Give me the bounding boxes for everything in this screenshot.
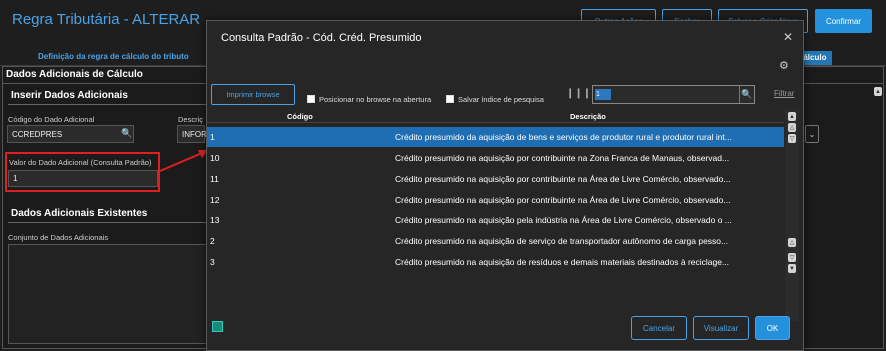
valor-input[interactable]: 1 [8,170,158,187]
column-header-codigo[interactable]: Código [287,112,313,121]
annotation-arrow [159,150,208,172]
row-description: Crédito presumido na aquisição pela indú… [395,215,732,225]
table-row[interactable]: 11 Crédito presumido na aquisição por co… [207,169,784,189]
valor-label: Valor do Dado Adicional (Consulta Padrão… [9,158,152,167]
table-row[interactable]: 13 Crédito presumido na aquisição pela i… [207,210,784,230]
tab-rule-definition[interactable]: Definição da regra de cálculo do tributo [38,52,189,61]
scroll-page-up-icon[interactable]: △ [788,238,796,247]
search-icon[interactable]: 🔍 [121,128,132,139]
row-code: 10 [210,153,220,163]
row-code: 12 [210,195,220,205]
view-button[interactable]: Visualizar [693,316,749,340]
descricao-value: INFOR [182,129,207,139]
codigo-input[interactable]: CCREDPRES 🔍 [7,125,134,143]
ok-button[interactable]: OK [755,316,790,340]
close-icon[interactable]: ✕ [783,30,793,44]
filter-link[interactable]: Filtrar [774,89,794,98]
row-description: Crédito presumido na aquisição de resídu… [395,257,730,267]
save-index-checkbox-label: Salvar índice de pesquisa [458,95,544,104]
table-row[interactable]: 10 Crédito presumido na aquisição por co… [207,148,784,168]
descricao-input: INFOR [177,125,207,143]
row-description: Crédito presumido na aquisição de serviç… [395,236,729,246]
codigo-label: Código do Dado Adicional [8,115,95,124]
position-checkbox[interactable] [307,95,315,103]
search-input[interactable] [592,85,755,104]
conjunto-label: Conjunto de Dados Adicionais [8,233,109,242]
table-row[interactable]: 2 Crédito presumido na aquisição de serv… [207,231,784,251]
search-icon[interactable]: 🔍 [739,86,754,103]
print-browse-button[interactable]: Imprimir browse [211,84,295,105]
save-index-checkbox[interactable] [446,95,454,103]
page-title: Regra Tributária - ALTERAR [12,11,201,28]
scroll-bottom-icon[interactable]: ▼ [788,264,796,273]
row-code: 2 [210,236,215,246]
cancel-button[interactable]: Cancelar [631,316,687,340]
chevron-down-icon[interactable]: ⌄ [805,125,819,143]
scroll-up-icon[interactable]: △ [788,123,796,132]
divider [8,104,206,105]
valor-value: 1 [13,174,18,183]
position-checkbox-label: Posicionar no browse na abertura [319,95,432,104]
row-description: Crédito presumido na aquisição por contr… [395,153,730,163]
divider [8,222,206,223]
gear-icon[interactable]: ⚙ [779,59,789,72]
table-row[interactable]: 12 Crédito presumido na aquisição por co… [207,190,784,210]
codigo-value: CCREDPRES [12,129,63,139]
descricao-label: Descriç [178,115,204,124]
section-existing-title: Dados Adicionais Existentes [11,208,148,219]
row-code: 11 [210,174,219,184]
search-value: 1 [595,89,611,100]
column-header-descricao[interactable]: Descrição [570,112,606,121]
panel-title: Dados Adicionais de Cálculo [6,69,143,80]
row-description: Crédito presumido na aquisição por contr… [395,174,731,184]
row-description: Crédito presumido na aquisição por contr… [395,195,731,205]
table-row[interactable]: 1 Crédito presumido da aquisição de bens… [207,127,784,147]
modal-title: Consulta Padrão - Cód. Créd. Presumido [221,32,422,44]
grid-scrollbar[interactable]: ▲ △ ▽ △ ▽ ▼ [785,109,799,321]
table-row[interactable]: 3 Crédito presumido na aquisição de resí… [207,252,784,272]
row-description: Crédito presumido da aquisição de bens e… [395,132,732,142]
conjunto-textarea[interactable] [8,244,208,344]
row-code: 1 [210,132,215,142]
row-code: 3 [210,257,215,267]
scroll-top-icon[interactable]: ▲ [788,112,796,121]
row-code: 13 [210,215,220,225]
status-indicator [212,321,223,332]
scroll-down-icon[interactable]: ▽ [788,134,796,143]
scroll-up-icon[interactable]: ▲ [874,87,882,96]
page-scrollbar[interactable]: ▲ [874,87,883,347]
confirm-button[interactable]: Confirmar [815,9,872,33]
section-insert-title: Inserir Dados Adicionais [11,90,128,101]
scroll-page-down-icon[interactable]: ▽ [788,253,796,262]
